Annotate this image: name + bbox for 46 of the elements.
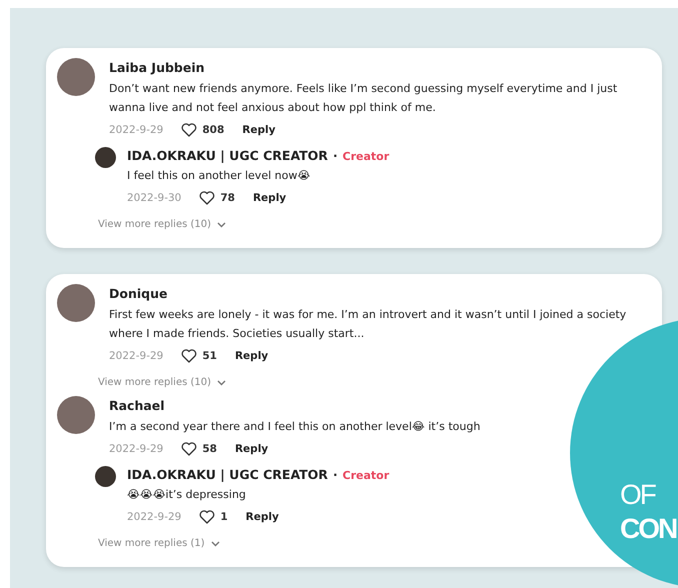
comment-text: I’m a second year there and I feel this on another level😂 it’s tough — [109, 419, 480, 435]
creator-label: Creator — [342, 469, 390, 482]
circle-text: CON — [620, 512, 676, 546]
comment-text: Don’t want new friends anymore. Feels like I’m second guessing myself everytime and I just wanna live and not feel anxious about how ppl think of me. — [109, 81, 618, 116]
commenter-name[interactable]: IDA.OKRAKU | UGC CREATOR — [127, 467, 328, 482]
like-button[interactable]: 58 — [181, 442, 217, 456]
like-count: 78 — [220, 192, 235, 204]
chevron-down-icon — [217, 222, 226, 228]
comment-date: 2022-9-30 — [127, 192, 182, 204]
reply-button[interactable]: Reply — [252, 192, 286, 204]
comment-date: 2022-9-29 — [109, 350, 164, 362]
commenter-name[interactable]: Laiba Jubbein — [109, 60, 205, 75]
comment-date: 2022-9-29 — [109, 443, 164, 455]
like-button[interactable]: 1 — [199, 510, 228, 524]
comment-text: I feel this on another level now😭 — [127, 168, 310, 184]
chevron-down-icon — [217, 380, 226, 386]
reply-button[interactable]: Reply — [234, 350, 268, 362]
comment-date: 2022-9-29 — [109, 124, 164, 136]
reply-button[interactable]: Reply — [246, 511, 279, 523]
comment-text: First few weeks are lonely - it was for me. I’m an introvert and it wasn’t until I joined a society where I made friends. Societies usually start... — [109, 307, 628, 342]
like-count: 51 — [202, 350, 217, 362]
commenter-name[interactable]: Rachael — [109, 398, 165, 413]
creator-label: Creator — [342, 150, 390, 163]
separator-dot: · — [332, 149, 338, 163]
reply-button[interactable]: Reply — [234, 443, 268, 455]
comment-date: 2022-9-29 — [127, 511, 182, 523]
heart-icon — [181, 123, 198, 137]
chevron-down-icon — [210, 540, 220, 546]
avatar[interactable] — [95, 147, 116, 168]
like-button[interactable]: 808 — [181, 123, 224, 137]
like-count: 1 — [220, 511, 228, 523]
comment-text: 😭😭😭it’s depressing — [127, 487, 246, 503]
like-count: 58 — [202, 443, 217, 455]
commenter-name[interactable]: IDA.OKRAKU | UGC CREATOR — [127, 148, 328, 163]
commenter-name[interactable]: Donique — [109, 286, 168, 301]
heart-icon — [181, 349, 198, 363]
like-button[interactable]: 78 — [199, 191, 235, 205]
separator-dot: · — [332, 468, 338, 482]
like-count: 808 — [202, 124, 224, 136]
heart-icon — [199, 510, 216, 524]
heart-icon — [181, 442, 198, 456]
avatar[interactable] — [95, 466, 116, 487]
like-button[interactable]: 51 — [181, 349, 217, 363]
circle-text: OF — [620, 478, 655, 512]
heart-icon — [199, 191, 216, 205]
reply-button[interactable]: Reply — [242, 124, 276, 136]
